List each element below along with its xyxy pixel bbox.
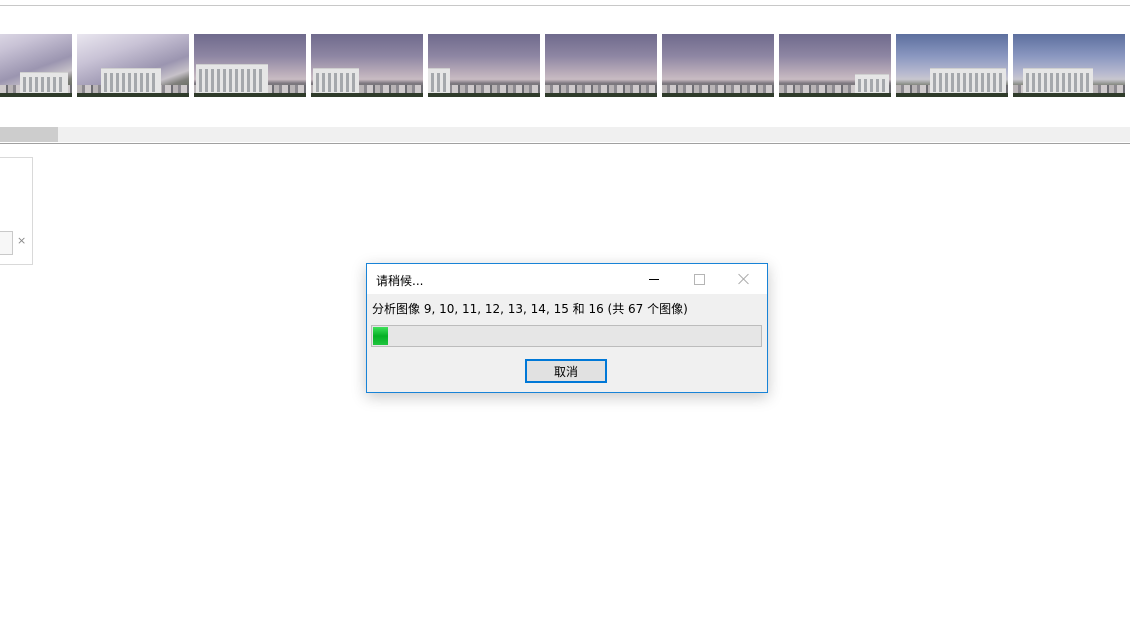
maximize-button[interactable] xyxy=(676,264,722,294)
side-panel-field[interactable] xyxy=(0,231,13,255)
close-icon xyxy=(738,273,750,285)
dialog-title: 请稍候... xyxy=(376,274,424,288)
cancel-button[interactable]: 取消 xyxy=(525,359,607,383)
image-filmstrip xyxy=(0,34,1130,97)
thumbnail-6[interactable] xyxy=(545,34,657,97)
dialog-titlebar[interactable]: 请稍候... xyxy=(367,264,767,294)
thumbnail-8[interactable] xyxy=(779,34,891,97)
progress-fill xyxy=(373,327,388,345)
thumbnail-9[interactable] xyxy=(896,34,1008,97)
filmstrip-scrollbar[interactable] xyxy=(0,127,1130,142)
thumbnail-1[interactable] xyxy=(0,34,72,97)
side-panel: × xyxy=(0,157,33,265)
progress-bar xyxy=(371,325,762,347)
thumbnail-2[interactable] xyxy=(77,34,189,97)
top-divider xyxy=(0,5,1130,6)
progress-dialog: 请稍候... 分析图像 9, 10, 11, 12, 13, 14, 15 和 … xyxy=(366,263,768,393)
thumbnail-10[interactable] xyxy=(1013,34,1125,97)
minimize-icon xyxy=(649,279,659,280)
maximize-icon xyxy=(694,274,705,285)
thumbnail-3[interactable] xyxy=(194,34,306,97)
progress-message: 分析图像 9, 10, 11, 12, 13, 14, 15 和 16 (共 6… xyxy=(372,302,688,316)
panel-divider xyxy=(0,143,1130,144)
close-icon[interactable]: × xyxy=(17,234,26,248)
thumbnail-5[interactable] xyxy=(428,34,540,97)
scrollbar-thumb[interactable] xyxy=(0,127,58,142)
thumbnail-7[interactable] xyxy=(662,34,774,97)
close-button[interactable] xyxy=(721,264,767,294)
thumbnail-4[interactable] xyxy=(311,34,423,97)
minimize-button[interactable] xyxy=(631,264,677,294)
